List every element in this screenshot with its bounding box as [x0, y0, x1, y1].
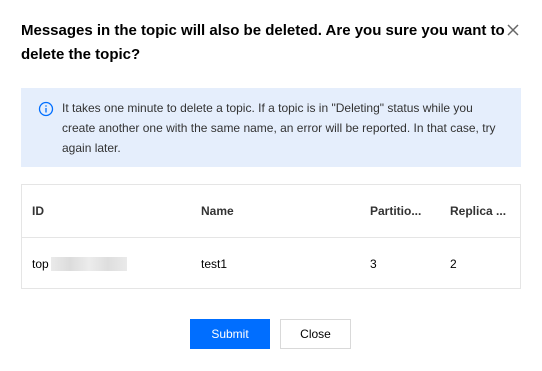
- info-circle-icon: [38, 101, 54, 117]
- column-header-id: ID: [32, 204, 44, 218]
- topic-id-cell: top: [32, 238, 182, 289]
- column-header-partitions: Partitio...: [370, 204, 422, 218]
- info-alert: It takes one minute to delete a topic. I…: [21, 88, 521, 167]
- topic-id-text: top: [32, 256, 49, 271]
- topic-table: ID Name Partitio... Replica ... top test…: [21, 184, 521, 289]
- delete-topic-dialog: Messages in the topic will also be delet…: [0, 0, 542, 371]
- redacted-id-block: [50, 256, 127, 271]
- close-button[interactable]: Close: [280, 319, 351, 349]
- info-text: It takes one minute to delete a topic. I…: [62, 101, 496, 155]
- submit-button[interactable]: Submit: [190, 319, 270, 349]
- topic-name-cell: test1: [201, 256, 228, 271]
- close-icon[interactable]: [505, 22, 521, 38]
- table-header-row: ID Name Partitio... Replica ...: [22, 185, 520, 238]
- column-header-name: Name: [201, 204, 234, 218]
- dialog-title: Messages in the topic will also be delet…: [21, 22, 505, 63]
- replicas-cell: 2: [450, 256, 457, 271]
- table-row: top test1 3 2: [22, 238, 520, 289]
- column-header-replicas: Replica ...: [450, 204, 507, 218]
- partitions-cell: 3: [370, 256, 377, 271]
